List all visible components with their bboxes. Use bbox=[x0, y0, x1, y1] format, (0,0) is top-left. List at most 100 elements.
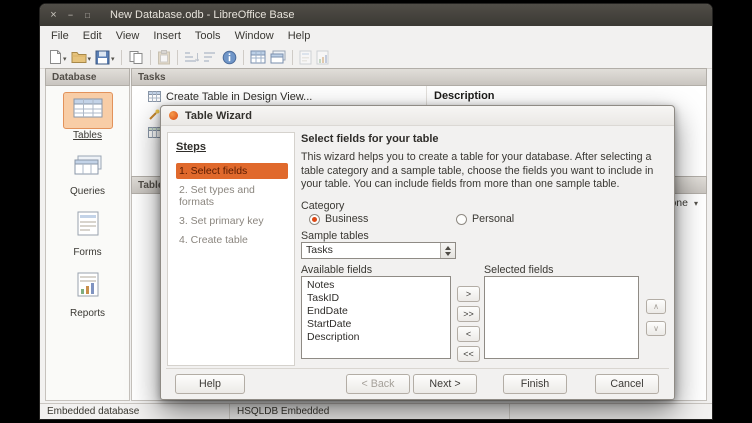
next-button[interactable]: Next > bbox=[413, 374, 477, 394]
status-spacer bbox=[510, 404, 712, 419]
combobox-spinner-icon[interactable] bbox=[440, 243, 455, 258]
move-down-button[interactable]: ∨ bbox=[646, 321, 666, 336]
add-field-button[interactable]: > bbox=[457, 286, 480, 302]
base-window: New Database.odb - LibreOffice Base File… bbox=[40, 4, 712, 419]
new-button[interactable] bbox=[46, 47, 69, 67]
step-create-table[interactable]: 4. Create table bbox=[176, 232, 288, 248]
status-engine: HSQLDB Embedded bbox=[230, 404, 510, 419]
tables-icon bbox=[63, 92, 113, 129]
form-icon bbox=[299, 50, 312, 65]
reports-icon bbox=[67, 267, 109, 307]
list-item[interactable]: TaskID bbox=[302, 292, 450, 305]
titlebar: New Database.odb - LibreOffice Base bbox=[40, 4, 712, 26]
close-icon[interactable] bbox=[47, 9, 60, 22]
wizard-intro: This wizard helps you to create a table … bbox=[301, 151, 669, 192]
dialog-titlebar[interactable]: Table Wizard bbox=[161, 106, 674, 126]
toolbar-separator bbox=[121, 50, 122, 65]
list-item[interactable]: Description bbox=[302, 331, 450, 344]
paste-button[interactable] bbox=[155, 47, 173, 67]
list-item[interactable]: EndDate bbox=[302, 305, 450, 318]
status-database-type: Embedded database bbox=[40, 404, 230, 419]
business-radio[interactable]: Business bbox=[309, 213, 368, 225]
sidebar-item-queries[interactable]: Queries bbox=[64, 150, 112, 197]
window-title: New Database.odb - LibreOffice Base bbox=[110, 9, 294, 21]
toolbar bbox=[40, 46, 712, 69]
menu-edit[interactable]: Edit bbox=[76, 28, 109, 44]
wizard-icon bbox=[169, 111, 178, 120]
steps-panel: Steps 1. Select fields 2. Set types and … bbox=[167, 132, 295, 366]
screen: New Database.odb - LibreOffice Base File… bbox=[0, 0, 752, 423]
query-button[interactable] bbox=[268, 47, 288, 67]
report-icon bbox=[316, 50, 329, 65]
open-button[interactable] bbox=[69, 47, 94, 67]
list-item[interactable]: StartDate bbox=[302, 318, 450, 331]
sidebar-item-reports[interactable]: Reports bbox=[67, 267, 109, 319]
sidebar-item-label: Forms bbox=[73, 247, 101, 258]
database-panel-header: Database bbox=[45, 68, 130, 86]
toolbar-separator bbox=[150, 50, 151, 65]
sidebar-item-forms[interactable]: Forms bbox=[67, 206, 109, 258]
menu-file[interactable]: File bbox=[44, 28, 76, 44]
menu-tools[interactable]: Tools bbox=[188, 28, 228, 44]
info-icon bbox=[222, 50, 237, 65]
sidebar-item-tables[interactable]: Tables bbox=[63, 92, 113, 141]
database-panel-body: Tables Queries Forms bbox=[45, 86, 130, 401]
back-button[interactable]: < Back bbox=[346, 374, 410, 394]
sort-descending-button[interactable] bbox=[201, 47, 220, 67]
sample-tables-label: Sample tables bbox=[301, 230, 369, 242]
table-wizard-dialog: Table Wizard Steps 1. Select fields 2. S… bbox=[160, 105, 675, 400]
help-button[interactable]: Help bbox=[175, 374, 245, 394]
chevron-down-icon bbox=[110, 48, 115, 66]
step-set-primary-key[interactable]: 3. Set primary key bbox=[176, 213, 288, 229]
new-document-icon bbox=[48, 49, 62, 65]
task-create-table-design-view[interactable]: Create Table in Design View... bbox=[132, 89, 706, 104]
available-fields-listbox[interactable]: Notes TaskID EndDate StartDate Descripti… bbox=[301, 276, 451, 359]
save-button[interactable] bbox=[93, 47, 117, 67]
personal-radio[interactable]: Personal bbox=[456, 213, 514, 225]
dialog-separator bbox=[166, 368, 669, 369]
copy-button[interactable] bbox=[126, 47, 146, 67]
dialog-title: Table Wizard bbox=[185, 110, 252, 122]
sidebar-item-label: Queries bbox=[70, 186, 105, 197]
selected-fields-listbox[interactable] bbox=[484, 276, 639, 359]
table-task-icon bbox=[148, 91, 161, 102]
description-header: Description bbox=[434, 90, 495, 102]
maximize-icon[interactable] bbox=[81, 9, 94, 22]
menubar: File Edit View Insert Tools Window Help bbox=[40, 26, 712, 46]
cancel-button[interactable]: Cancel bbox=[595, 374, 659, 394]
sort-ascending-icon bbox=[184, 50, 199, 64]
menu-insert[interactable]: Insert bbox=[146, 28, 188, 44]
sample-tables-combobox[interactable]: Tasks bbox=[301, 242, 456, 259]
queries-icon bbox=[64, 150, 112, 185]
selected-fields-label: Selected fields bbox=[484, 264, 554, 276]
menu-help[interactable]: Help bbox=[281, 28, 318, 44]
chevron-down-icon bbox=[62, 48, 67, 66]
tasks-panel-header: Tasks bbox=[131, 68, 707, 86]
info-button[interactable] bbox=[220, 47, 239, 67]
step-set-types[interactable]: 2. Set types and formats bbox=[176, 182, 288, 210]
finish-button[interactable]: Finish bbox=[503, 374, 567, 394]
report-button[interactable] bbox=[314, 47, 331, 67]
chevron-down-icon bbox=[688, 197, 698, 209]
menu-window[interactable]: Window bbox=[228, 28, 281, 44]
statusbar: Embedded database HSQLDB Embedded bbox=[40, 403, 712, 419]
add-all-fields-button[interactable]: >> bbox=[457, 306, 480, 322]
database-sidebar: Database Tables Queries bbox=[45, 68, 130, 401]
category-label: Category bbox=[301, 200, 344, 212]
form-button[interactable] bbox=[297, 47, 314, 67]
step-select-fields[interactable]: 1. Select fields bbox=[176, 163, 288, 179]
move-up-button[interactable]: ∧ bbox=[646, 299, 666, 314]
remove-field-button[interactable]: < bbox=[457, 326, 480, 342]
minimize-icon[interactable] bbox=[64, 9, 77, 22]
list-item[interactable]: Notes bbox=[302, 279, 450, 292]
remove-all-fields-button[interactable]: << bbox=[457, 346, 480, 362]
sort-ascending-button[interactable] bbox=[182, 47, 201, 67]
sample-tables-value: Tasks bbox=[302, 243, 455, 258]
table-button[interactable] bbox=[248, 47, 268, 67]
radio-selected-icon bbox=[309, 214, 320, 225]
steps-title: Steps bbox=[176, 141, 288, 153]
sort-descending-icon bbox=[203, 50, 218, 64]
personal-radio-label: Personal bbox=[472, 213, 514, 225]
available-fields-label: Available fields bbox=[301, 264, 372, 276]
menu-view[interactable]: View bbox=[109, 28, 147, 44]
